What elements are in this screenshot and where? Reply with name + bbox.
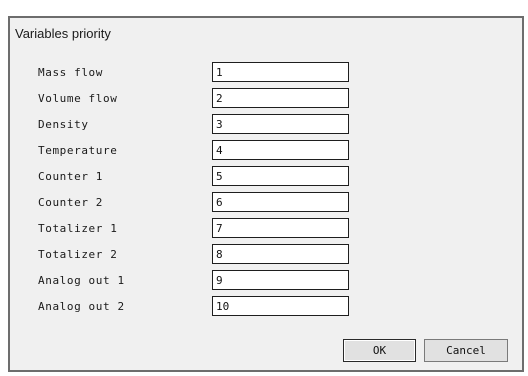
priority-row-analog-out-1: Analog out 1 <box>10 269 522 295</box>
priority-row-analog-out-2: Analog out 2 <box>10 295 522 321</box>
dialog-client-area: Mass flow Volume flow Density Temperatur… <box>10 49 522 370</box>
priority-row-density: Density <box>10 113 522 139</box>
priority-row-temperature: Temperature <box>10 139 522 165</box>
priority-row-volume-flow: Volume flow <box>10 87 522 113</box>
counter-1-label: Counter 1 <box>38 170 104 183</box>
dialog-title: Variables priority <box>15 26 111 41</box>
priority-row-counter-1: Counter 1 <box>10 165 522 191</box>
counter-2-priority-input[interactable] <box>212 192 349 212</box>
mass-flow-label: Mass flow <box>38 66 104 79</box>
variables-priority-dialog: Variables priority Mass flow Volume flow… <box>8 16 524 372</box>
priority-row-totalizer-1: Totalizer 1 <box>10 217 522 243</box>
totalizer-2-priority-input[interactable] <box>212 244 349 264</box>
temperature-label: Temperature <box>38 144 118 157</box>
analog-out-1-priority-input[interactable] <box>212 270 349 290</box>
priority-row-mass-flow: Mass flow <box>10 61 522 87</box>
priority-row-counter-2: Counter 2 <box>10 191 522 217</box>
cancel-button[interactable]: Cancel <box>424 339 508 362</box>
totalizer-2-label: Totalizer 2 <box>38 248 118 261</box>
analog-out-1-label: Analog out 1 <box>38 274 125 287</box>
volume-flow-label: Volume flow <box>38 92 118 105</box>
mass-flow-priority-input[interactable] <box>212 62 349 82</box>
analog-out-2-label: Analog out 2 <box>38 300 125 313</box>
density-label: Density <box>38 118 89 131</box>
ok-button[interactable]: OK <box>343 339 416 362</box>
density-priority-input[interactable] <box>212 114 349 134</box>
volume-flow-priority-input[interactable] <box>212 88 349 108</box>
totalizer-1-priority-input[interactable] <box>212 218 349 238</box>
priority-row-totalizer-2: Totalizer 2 <box>10 243 522 269</box>
analog-out-2-priority-input[interactable] <box>212 296 349 316</box>
dialog-title-bar[interactable]: Variables priority <box>10 18 522 49</box>
counter-1-priority-input[interactable] <box>212 166 349 186</box>
desktop-background: Variables priority Mass flow Volume flow… <box>0 0 528 376</box>
counter-2-label: Counter 2 <box>38 196 104 209</box>
totalizer-1-label: Totalizer 1 <box>38 222 118 235</box>
temperature-priority-input[interactable] <box>212 140 349 160</box>
